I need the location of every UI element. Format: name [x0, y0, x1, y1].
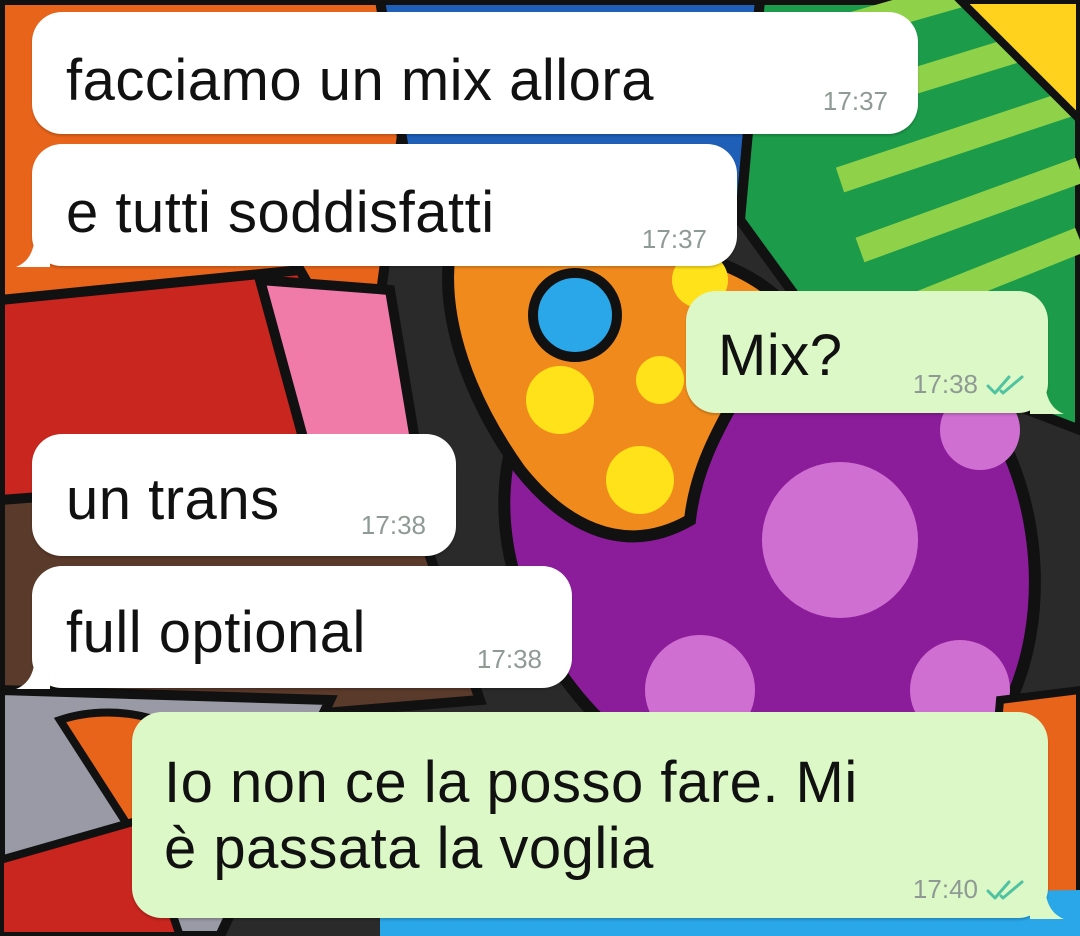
- message-text: facciamo un mix allora: [66, 48, 654, 113]
- message-text: un trans: [66, 467, 280, 532]
- message-text: e tutti soddisfatti: [66, 180, 495, 245]
- message-text: Mix?: [718, 323, 843, 388]
- message-text: Io non ce la posso fare. Mi è passata la…: [164, 750, 858, 881]
- double-check-read-icon: [986, 879, 1026, 901]
- message-time: 17:38: [912, 369, 978, 399]
- message-bubble-incoming[interactable]: un trans 17:38: [32, 434, 456, 556]
- message-meta: 17:38: [913, 369, 1026, 400]
- bubble-tail-icon: [16, 665, 50, 689]
- message-time: 17:38: [360, 510, 426, 540]
- message-time: 17:38: [476, 644, 542, 674]
- message-bubble-incoming[interactable]: facciamo un mix allora 17:37: [32, 12, 918, 134]
- bubble-tail-icon: [16, 243, 50, 267]
- message-meta: 17:37: [823, 86, 888, 117]
- message-meta: 17:37: [642, 224, 707, 255]
- message-meta: 17:40: [913, 874, 1026, 905]
- message-time: 17:37: [822, 86, 888, 116]
- message-bubble-outgoing[interactable]: Io non ce la posso fare. Mi è passata la…: [132, 712, 1064, 919]
- double-check-read-icon: [986, 374, 1026, 396]
- bubble-tail-icon: [1030, 895, 1064, 919]
- message-meta: 17:38: [477, 644, 542, 675]
- message-text: full optional: [66, 600, 366, 665]
- bubble-tail-icon: [1030, 390, 1064, 414]
- message-bubble-outgoing[interactable]: Mix? 17:38: [686, 291, 1064, 414]
- message-bubble-incoming[interactable]: e tutti soddisfatti 17:37: [16, 144, 737, 267]
- message-time: 17:40: [912, 874, 978, 904]
- message-time: 17:37: [641, 224, 707, 254]
- message-meta: 17:38: [361, 510, 426, 541]
- message-bubble-incoming[interactable]: full optional 17:38: [16, 566, 572, 689]
